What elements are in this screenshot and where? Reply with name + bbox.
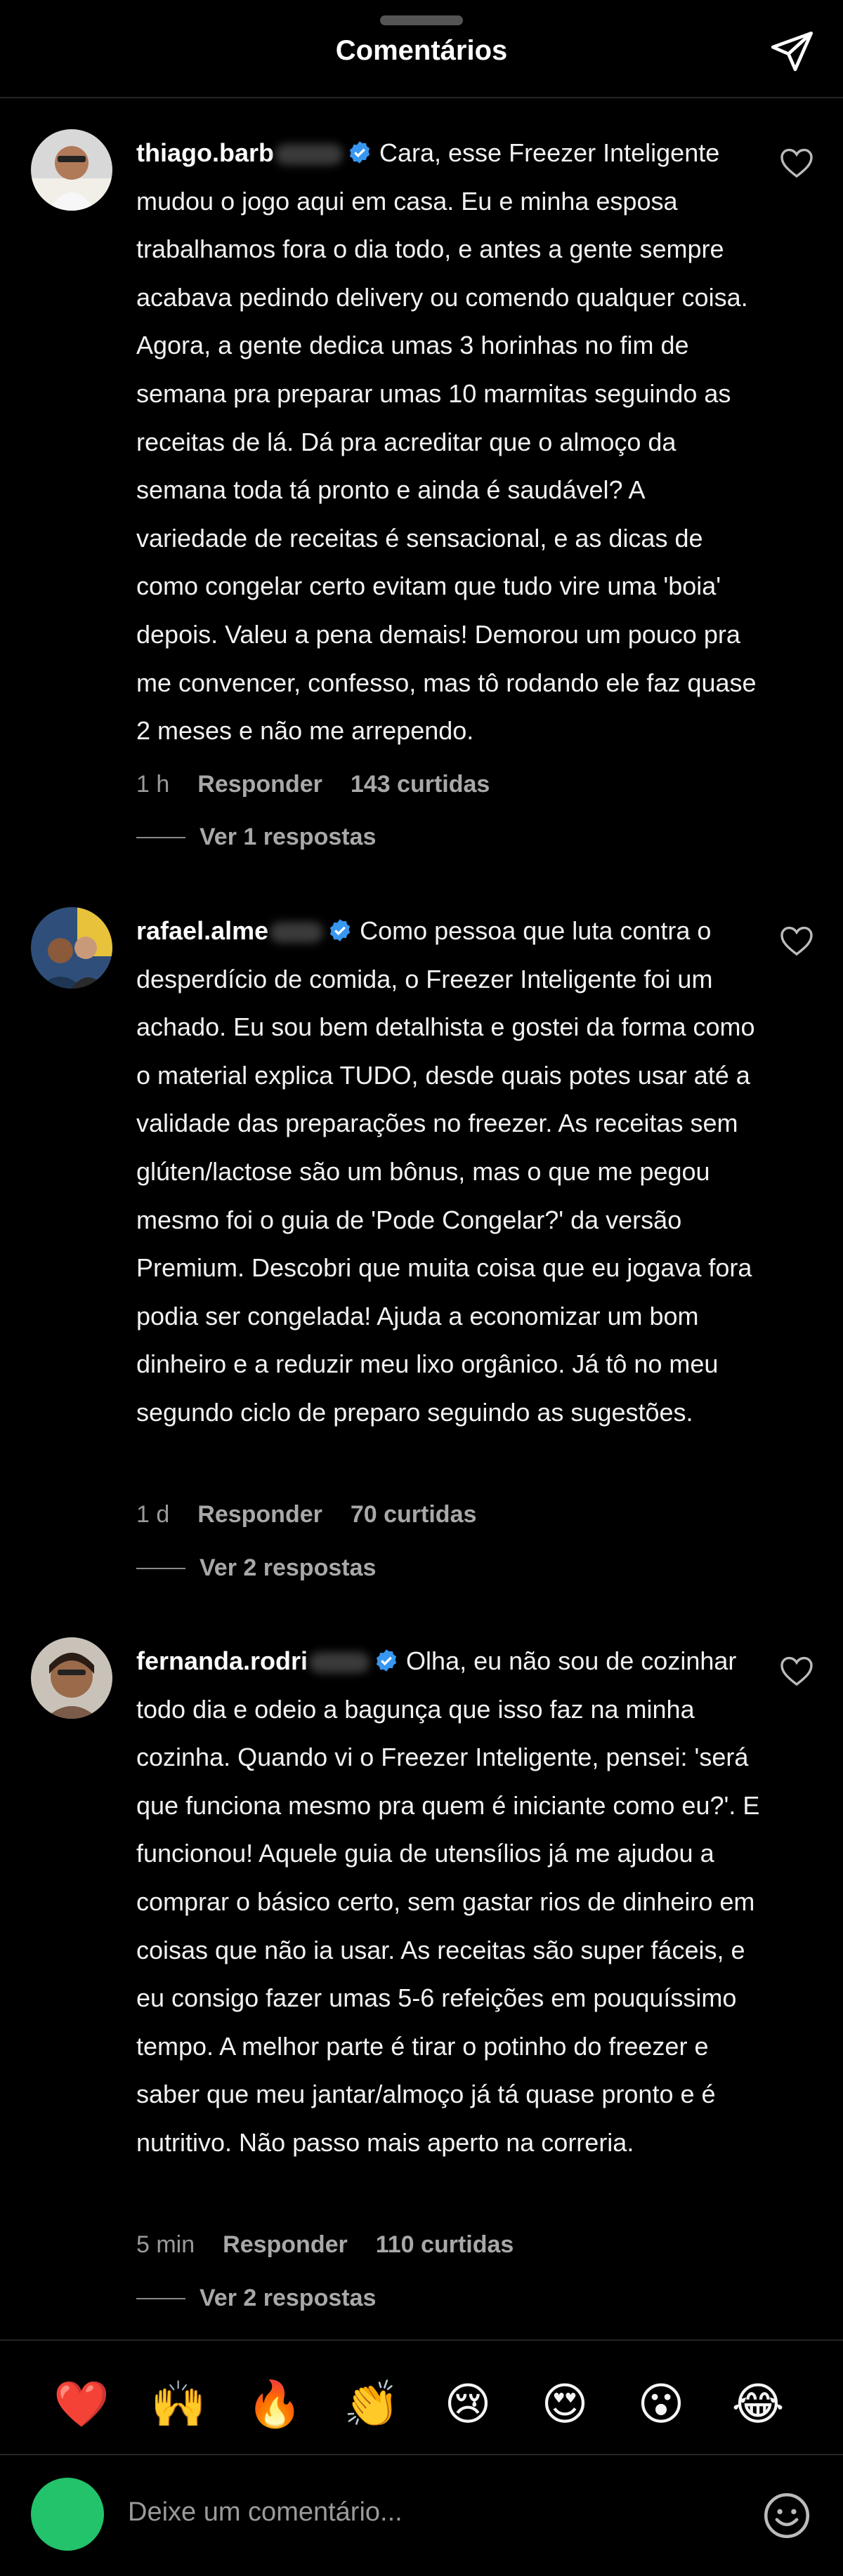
reply-button[interactable]: Responder: [197, 1501, 322, 1528]
likes-count[interactable]: 110 curtidas: [376, 2231, 514, 2258]
comment-text: Olha, eu não sou de cozinhar todo dia e …: [136, 1646, 760, 2157]
reaction-raised-hands-emoji[interactable]: 🙌: [150, 2376, 207, 2432]
reaction-surprised-emoji[interactable]: 😮: [633, 2376, 689, 2432]
send-icon[interactable]: [767, 28, 816, 77]
comment-time: 5 min: [136, 2231, 195, 2258]
comment-username[interactable]: fernanda.rodri: [136, 1646, 308, 1675]
view-replies-button[interactable]: Ver 2 respostas: [136, 2285, 376, 2312]
comment-input-bar: Deixe um comentário...: [0, 2455, 843, 2576]
comment-meta: 5 min Responder 110 curtidas: [136, 2231, 542, 2259]
drag-handle[interactable]: [380, 15, 463, 25]
reaction-laughing-emoji[interactable]: 😂: [730, 2376, 786, 2432]
verified-badge-icon: [349, 141, 370, 164]
avatar[interactable]: [31, 1637, 112, 1719]
current-user-avatar: [31, 2478, 104, 2551]
view-replies-label: Ver 2 respostas: [200, 2285, 377, 2311]
heart-icon[interactable]: [780, 925, 813, 956]
comments-header: Comentários: [0, 0, 843, 98]
emoji-picker-icon[interactable]: [763, 2492, 811, 2539]
comment-text: Cara, esse Freezer Inteligente mudou o j…: [136, 138, 757, 746]
heart-icon[interactable]: [780, 1656, 813, 1686]
likes-count[interactable]: 143 curtidas: [351, 771, 490, 798]
verified-badge-icon: [330, 919, 351, 942]
comment-body: rafael.alme Como pessoa que luta contra o…: [136, 907, 762, 1437]
comment-username[interactable]: thiago.barb: [136, 138, 274, 167]
view-replies-button[interactable]: Ver 2 respostas: [136, 1554, 376, 1582]
comment-username[interactable]: rafael.alme: [136, 916, 268, 945]
view-replies-label: Ver 1 respostas: [200, 824, 377, 850]
comment-input[interactable]: Deixe um comentário...: [128, 2497, 732, 2528]
quick-reactions-bar: ❤️ 🙌 🔥 👏 😢 😍 😮 😂: [0, 2339, 843, 2455]
reaction-heart-eyes-emoji[interactable]: 😍: [537, 2376, 593, 2432]
page-title: Comentários: [335, 35, 508, 66]
reply-button[interactable]: Responder: [223, 2231, 348, 2258]
view-replies-label: Ver 2 respostas: [200, 1554, 377, 1581]
comment-time: 1 h: [136, 771, 170, 798]
heart-icon[interactable]: [780, 147, 813, 178]
likes-count[interactable]: 70 curtidas: [351, 1501, 477, 1528]
comment-text: Como pessoa que luta contra o desperdíci…: [136, 916, 755, 1427]
verified-badge-icon: [376, 1649, 397, 1672]
reaction-fire-emoji[interactable]: 🔥: [247, 2376, 303, 2432]
comment-meta: 1 d Responder 70 curtidas: [136, 1501, 504, 1528]
avatar[interactable]: [31, 129, 112, 211]
comment-time: 1 d: [136, 1501, 170, 1528]
reaction-heart-emoji[interactable]: ❤️: [53, 2376, 110, 2432]
reaction-sad-emoji[interactable]: 😢: [440, 2376, 496, 2432]
reply-button[interactable]: Responder: [197, 771, 322, 798]
avatar[interactable]: [31, 907, 112, 989]
comment-body: fernanda.rodri Olha, eu não sou de cozinh…: [136, 1637, 762, 2167]
reaction-clap-emoji[interactable]: 👏: [344, 2376, 400, 2432]
comment-meta: 1 h Responder 143 curtidas: [136, 771, 518, 798]
view-replies-button[interactable]: Ver 1 respostas: [136, 824, 376, 851]
comment-body: thiago.barb Cara, esse Freezer Inteligent…: [136, 129, 762, 755]
